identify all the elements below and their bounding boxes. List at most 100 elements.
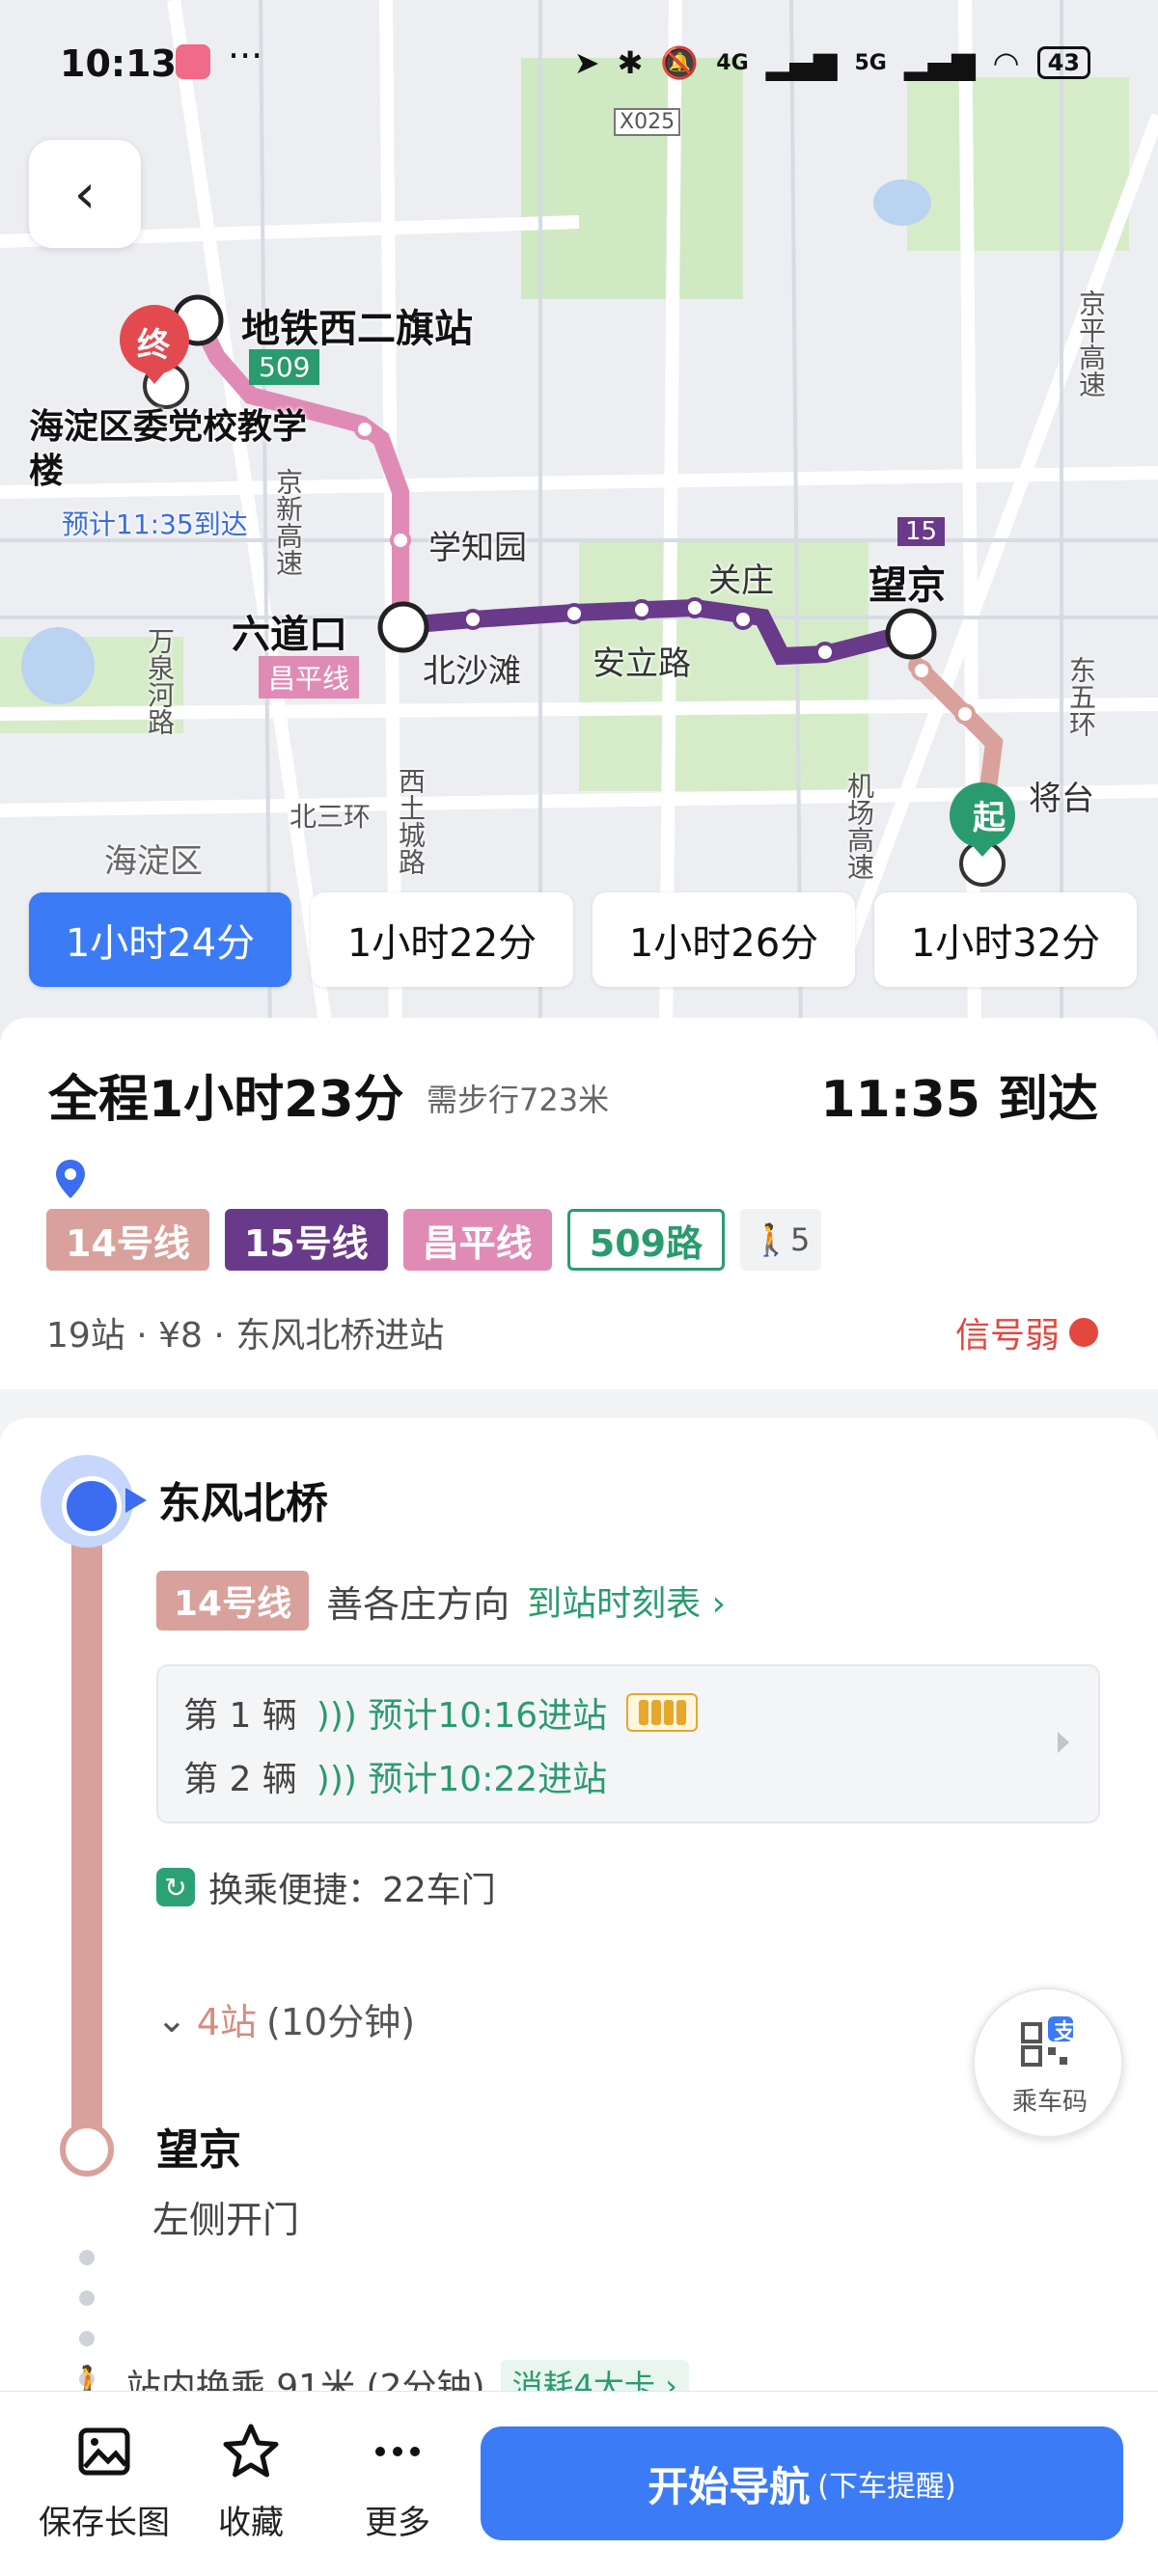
save-image-label: 保存长图 [39,2504,170,2542]
route-stats: 19站 · ¥8 · 东风北桥进站 [46,1316,445,1356]
network-5g-label: 5G [854,50,887,75]
stops-toggle[interactable]: ⌄ 4站 (10分钟) [156,1992,415,2045]
map-label-line15: 15 [897,517,946,546]
calorie-badge[interactable]: 消耗4大卡 › [500,2360,689,2393]
map-label-haidian: 海淀区 [104,842,203,881]
walk-transfer-row: 🚶 站内换乘 91米 (2分钟) 消耗4大卡 › [68,2359,689,2393]
location-pin-icon [56,1160,85,1198]
alight-reminder-label: (下车提醒) [817,2470,956,2504]
chevron-right-icon [1058,1732,1069,1753]
route-summary: 全程1小时23分 需步行723米 11:35 到达 14号线 15号线 昌平线 … [0,1018,1158,1389]
line-chips: 14号线 15号线 昌平线 509路 🚶 5 [46,1209,822,1271]
arrival-eta-text: 预计10:16进站 [368,1696,608,1736]
line-direction-row: 14号线 善各庄方向 到站时刻表 › [156,1571,726,1631]
map-label-jingping: 京平高速 [1075,289,1107,397]
walk-dot [79,2331,95,2346]
map-label-liudaokou: 六道口 [232,613,347,657]
lake [873,179,931,226]
arrival-card[interactable]: 第 1 辆 ))) 预计10:16进站 第 2 辆 ))) 预计10:22进站 [156,1664,1100,1823]
signal-icon: ▂▄▆ [765,44,838,81]
map-label-destination-station: 地铁西二旗站 [241,307,473,351]
save-image-button[interactable]: 保存长图 [37,2421,172,2543]
arrival-row-1: 第 1 辆 ))) 预计10:16进站 [183,1687,699,1738]
time-option-4[interactable]: 1小时32分 [874,892,1137,987]
walk-dot [79,2250,95,2265]
image-icon [78,2427,130,2476]
walk-dot [79,2290,95,2306]
signal-weak-indicator[interactable]: 信号弱 [955,1307,1098,1357]
transfer-icon: ↻ [156,1868,195,1906]
door-side: 左侧开门 [152,2199,300,2241]
location-icon: ➤ [573,44,600,81]
route-steps: 东风北桥 14号线 善各庄方向 到站时刻表 › 第 1 辆 ))) 预计10:1… [0,1418,1158,2393]
star-icon [223,2424,279,2478]
ride-code-label: 乘车码 [1011,2088,1088,2117]
start-navigation-label: 开始导航 [648,2462,811,2510]
time-option-3[interactable]: 1小时26分 [593,892,855,987]
line-chip-509: 509路 [566,1209,726,1271]
line-14-segment-bar [71,1505,102,2151]
timetable-link[interactable]: 到站时刻表 › [527,1576,726,1626]
walking-person-icon: 🚶 [68,2365,111,2393]
direction: 善各庄方向 [326,1582,510,1626]
map-label-destination: 海淀区委党校教学楼 [29,407,308,491]
bluetooth-icon: ✱ [617,44,644,81]
start-navigation-button[interactable]: 开始导航 (下车提醒) [481,2426,1123,2540]
line-chip-15: 15号线 [224,1209,388,1271]
wifi-icon: ◠ [992,44,1020,81]
favorite-label: 收藏 [218,2504,284,2542]
stops-count: 4站 [196,2001,258,2043]
time-option-2[interactable]: 1小时22分 [311,892,573,987]
chevron-down-icon: ⌄ [156,1997,187,2041]
total-time: 全程1小时23分 [48,1071,404,1129]
map-label-xitucheng: 西土城路 [395,767,427,875]
walking-person-icon: 🚶 [752,1221,790,1258]
map-label-xuezhiyuan: 学知园 [428,529,527,567]
route-detail-screen: 起 终 地铁西二旗站 509 海淀区委党校教学楼 预计11:35到达 学知园 六… [0,0,1158,2576]
status-time: 10:13 [60,42,177,85]
map-label-anli-road: 安立路 [593,644,691,683]
more-button[interactable]: 更多 [330,2421,465,2543]
crowd-level-icon [626,1693,699,1732]
arrival-label: 第 1 辆 [183,1696,297,1736]
bottom-action-bar: 保存长图 收藏 更多 开始导航 (下车提醒) [0,2391,1158,2576]
transfer-tip: ↻ 换乘便捷：22车门 [156,1862,496,1912]
mute-icon: 🔕 [660,44,700,81]
walk-count: 5 [789,1221,811,1258]
status-bar: 10:13 ··· ➤ ✱ 🔕 4G ▂▄▆ 5G ▂▄▆ ◠ 43 [0,35,1158,102]
arrival-eta-text: 预计10:22进站 [368,1760,608,1799]
favorite-button[interactable]: 收藏 [183,2421,318,2543]
map-label-x025: X025 [614,108,681,136]
end-dot-icon [60,2123,114,2177]
start-dot-icon [41,1455,133,1548]
arrival-eta: ))) 预计10:16进站 [317,1687,607,1738]
arrival-row-2: 第 2 辆 ))) 预计10:22进站 [183,1751,607,1801]
walk-distance: 需步行723米 [427,1082,610,1118]
more-dots-icon [375,2447,420,2456]
map-label-changping: 昌平线 [259,656,360,699]
route-map[interactable]: 起 终 地铁西二旗站 509 海淀区委党校教学楼 预计11:35到达 学知园 六… [0,0,1158,1042]
line-chip-changping: 昌平线 [402,1209,552,1271]
walk-segments-chip: 🚶 5 [740,1209,822,1271]
weak-signal-icon [1069,1318,1098,1347]
status-icons: ➤ ✱ 🔕 4G ▂▄▆ 5G ▂▄▆ ◠ 43 [574,44,1090,81]
map-label-jiangtai: 将台 [1029,780,1094,818]
map-label-eta: 预计11:35到达 [62,508,248,540]
map-label-wangjing: 望京 [868,563,946,608]
line-chip: 14号线 [156,1571,310,1631]
arrival-eta: ))) 预计10:22进站 [317,1751,607,1801]
alipay-badge: 支 [1054,2020,1076,2044]
signal-weak-label: 信号弱 [954,1316,1060,1356]
line-chip-14: 14号线 [46,1209,209,1271]
back-button[interactable]: ‹ [29,140,141,248]
start-marker-label: 起 [973,799,1006,837]
map-label-beisanhuan: 北三环 [290,801,372,833]
network-4g-label: 4G [716,50,749,75]
ride-code-button[interactable]: 支 乘车码 [973,1987,1123,2138]
start-station: 东风北桥 [158,1479,328,1528]
signal-icon: ▂▄▆ [903,44,976,81]
time-option-1[interactable]: 1小时24分 [29,892,291,987]
map-label-airport-exp: 机场高速 [843,772,875,880]
walk-transfer-text: 站内换乘 91米 (2分钟) [125,2368,485,2393]
realtime-icon: ))) [316,1696,357,1736]
